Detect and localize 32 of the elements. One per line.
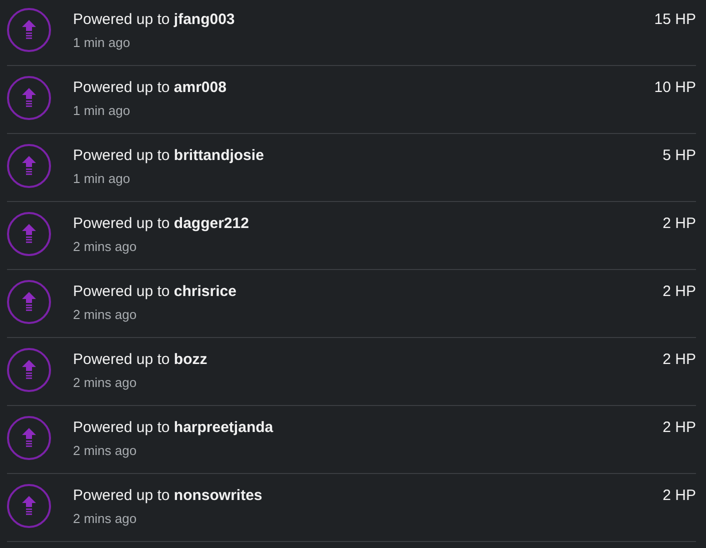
power-up-icon <box>7 212 51 256</box>
hp-amount: 2 HP <box>662 282 696 302</box>
power-up-icon <box>7 76 51 120</box>
timestamp: 2 mins ago <box>73 442 138 460</box>
power-up-icon <box>7 144 51 188</box>
activity-text: Powered up to brittandjosie <box>73 146 265 166</box>
power-up-icon <box>7 416 51 460</box>
timestamp: 1 min ago <box>73 34 132 52</box>
power-up-icon <box>7 8 51 52</box>
activity-text: Powered up to chrisrice <box>73 282 238 302</box>
hp-amount: 2 HP <box>662 350 696 370</box>
hp-amount: 5 HP <box>662 146 696 166</box>
activity-text: Powered up to nonsowrites <box>73 486 264 506</box>
power-up-icon <box>7 280 51 324</box>
timestamp: 2 mins ago <box>73 306 138 324</box>
hp-amount: 2 HP <box>662 418 696 438</box>
timestamp: 2 mins ago <box>73 374 138 392</box>
activity-text: Powered up to dagger212 <box>73 214 250 234</box>
hp-amount: 10 HP <box>654 78 696 98</box>
timestamp: 2 mins ago <box>73 238 138 256</box>
activity-text: Powered up to harpreetjanda <box>73 418 274 438</box>
timestamp: 1 min ago <box>73 170 132 188</box>
hp-amount: 2 HP <box>662 486 696 506</box>
hp-amount: 2 HP <box>662 214 696 234</box>
activity-text: Powered up to jfang003 <box>73 10 236 30</box>
hp-amount: 15 HP <box>654 10 696 30</box>
power-up-icon <box>7 348 51 392</box>
activity-text: Powered up to bozz <box>73 350 208 370</box>
activity-text: Powered up to amr008 <box>73 78 228 98</box>
power-up-icon <box>7 484 51 528</box>
timestamp: 2 mins ago <box>73 510 138 528</box>
timestamp: 1 min ago <box>73 102 132 120</box>
